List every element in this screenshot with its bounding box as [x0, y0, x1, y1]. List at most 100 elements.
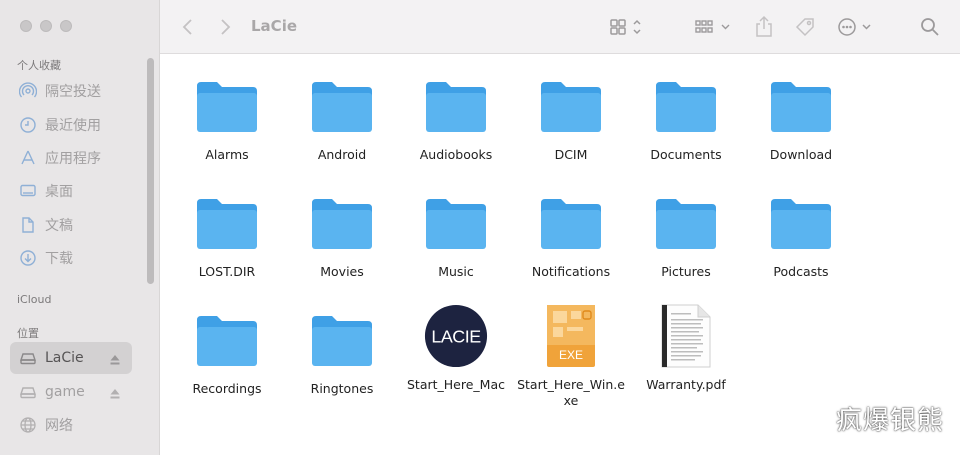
sidebar-item-network[interactable]: 网络 — [10, 409, 132, 441]
share-button[interactable] — [752, 14, 776, 40]
file-name: Start_Here_Win.exe — [517, 377, 625, 408]
sidebar-item-label: game — [45, 384, 85, 400]
exe-badge-text: EXE — [559, 348, 583, 362]
file-item[interactable]: Music — [401, 191, 511, 280]
group-view-icon — [695, 20, 730, 33]
file-name: Android — [317, 147, 367, 162]
sidebar-item-documents[interactable]: 文稿 — [10, 209, 132, 241]
sidebar-item-label: 网络 — [45, 418, 73, 434]
sidebar-item-desktop[interactable]: 桌面 — [10, 175, 132, 207]
file-grid: Alarms Android Audiobooks DCIM Documents… — [160, 54, 960, 455]
sidebar-item-downloads[interactable]: 下载 — [10, 242, 132, 274]
chevron-left-icon — [182, 19, 192, 35]
drive-icon — [18, 348, 38, 368]
file-item[interactable]: Audiobooks — [401, 74, 511, 163]
file-item[interactable]: Warranty.pdf — [631, 300, 741, 393]
close-window-button[interactable] — [20, 20, 32, 32]
folder-icon — [195, 74, 259, 138]
ellipsis-circle-icon — [838, 18, 871, 36]
sidebar-item-label: 下载 — [45, 251, 73, 267]
file-item[interactable]: Pictures — [631, 191, 741, 280]
sidebar-item-label: 应用程序 — [45, 151, 101, 167]
sidebar-item-airdrop[interactable]: 隔空投送 — [10, 75, 132, 107]
file-name: Warranty.pdf — [646, 377, 726, 392]
grid-view-icon — [610, 19, 641, 35]
file-item[interactable]: Android — [287, 74, 397, 163]
group-button[interactable] — [694, 16, 734, 38]
file-name: Audiobooks — [419, 147, 493, 162]
file-name: Alarms — [205, 147, 249, 162]
icloud-section-title: iCloud — [17, 293, 52, 306]
file-name: LOST.DIR — [198, 264, 256, 279]
folder-icon — [654, 191, 718, 255]
chevron-right-icon — [221, 19, 231, 35]
eject-icon[interactable] — [110, 351, 120, 365]
file-item[interactable]: Movies — [287, 191, 397, 280]
window-controls — [20, 20, 72, 32]
exe-file-icon: EXE — [539, 300, 603, 372]
folder-icon — [310, 74, 374, 138]
lacie-logo-text: LACIE — [431, 327, 481, 347]
sidebar-item-game[interactable]: game — [10, 376, 132, 408]
file-item[interactable]: LACIE Start_Here_Mac — [401, 300, 511, 393]
file-name: Documents — [650, 147, 722, 162]
window-title: LaCie — [251, 17, 298, 35]
folder-icon — [654, 74, 718, 138]
file-name: Recordings — [192, 381, 262, 396]
folder-icon — [769, 74, 833, 138]
view-mode-button[interactable] — [608, 16, 648, 38]
sidebar-item-recents[interactable]: 最近使用 — [10, 109, 132, 141]
folder-icon — [310, 191, 374, 255]
document-icon — [18, 215, 38, 235]
tag-icon — [795, 18, 814, 37]
folder-icon — [424, 74, 488, 138]
search-icon — [921, 18, 939, 36]
file-name: Ringtones — [310, 381, 374, 396]
sidebar-item-label: 文稿 — [45, 218, 73, 234]
file-name: Podcasts — [773, 264, 829, 279]
file-item[interactable]: Notifications — [516, 191, 626, 280]
download-icon — [18, 248, 38, 268]
favorites-section-title: 个人收藏 — [17, 59, 61, 72]
file-name: Download — [769, 147, 833, 162]
folder-icon — [195, 308, 259, 372]
sidebar-scrollbar[interactable] — [147, 58, 154, 284]
folder-icon — [310, 308, 374, 372]
file-item[interactable]: LOST.DIR — [172, 191, 282, 280]
eject-icon[interactable] — [110, 385, 120, 399]
file-name: Pictures — [661, 264, 711, 279]
file-item[interactable]: Alarms — [172, 74, 282, 163]
file-item[interactable]: Documents — [631, 74, 741, 163]
file-item[interactable]: EXE Start_Here_Win.exe — [516, 300, 626, 409]
file-name: DCIM — [554, 147, 588, 162]
file-item[interactable]: Podcasts — [746, 191, 856, 280]
folder-icon — [769, 191, 833, 255]
folder-icon — [539, 191, 603, 255]
sidebar-item-lacie[interactable]: LaCie — [10, 342, 132, 374]
file-item[interactable]: Ringtones — [287, 308, 397, 397]
file-name: Notifications — [531, 264, 611, 279]
file-item[interactable]: DCIM — [516, 74, 626, 163]
sidebar-item-label: LaCie — [45, 350, 84, 366]
finder-window: 个人收藏 隔空投送 最近使用 应用程序 桌面 文稿 下载 iCloud 位置 L… — [0, 0, 960, 455]
sidebar-item-label: 桌面 — [45, 184, 73, 200]
back-button[interactable] — [178, 16, 198, 38]
sidebar-item-applications[interactable]: 应用程序 — [10, 142, 132, 174]
desktop-icon — [18, 181, 38, 201]
watermark: 疯爆银熊 — [835, 406, 944, 436]
globe-icon — [18, 415, 38, 435]
file-item[interactable]: Download — [746, 74, 856, 163]
more-actions-button[interactable] — [836, 15, 876, 39]
folder-icon — [424, 191, 488, 255]
toolbar: LaCie — [160, 0, 960, 54]
forward-button[interactable] — [215, 16, 235, 38]
tag-button[interactable] — [792, 15, 818, 39]
search-button[interactable] — [918, 15, 942, 39]
minimize-window-button[interactable] — [40, 20, 52, 32]
sidebar-item-label: 隔空投送 — [45, 84, 101, 100]
file-item[interactable]: Recordings — [172, 308, 282, 397]
applications-icon — [18, 148, 38, 168]
zoom-window-button[interactable] — [60, 20, 72, 32]
file-name: Movies — [320, 264, 364, 279]
drive-icon — [18, 382, 38, 402]
